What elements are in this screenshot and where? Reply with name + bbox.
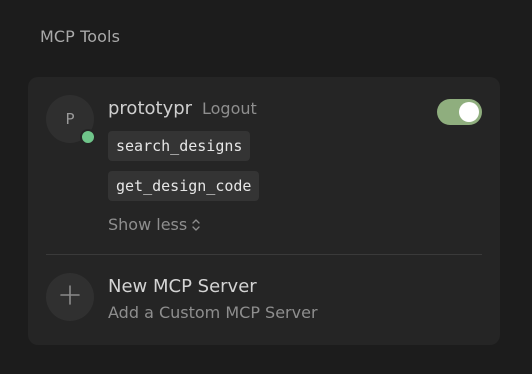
server-enabled-toggle[interactable]	[437, 99, 482, 125]
toggle-knob	[459, 102, 479, 122]
add-server-subtitle: Add a Custom MCP Server	[108, 303, 318, 322]
add-server-title: New MCP Server	[108, 276, 257, 297]
tool-chip: search_designs	[108, 131, 251, 161]
server-name: prototypr	[108, 98, 193, 119]
section-title: MCP Tools	[40, 27, 121, 46]
show-less-button[interactable]: Show less	[108, 215, 201, 234]
tool-chip: get_design_code	[108, 171, 260, 201]
mcp-tools-panel: MCP Tools P prototypr Logout search_desi…	[0, 0, 532, 374]
plus-icon	[60, 285, 80, 309]
add-mcp-server-button[interactable]: New MCP Server Add a Custom MCP Server	[28, 255, 500, 345]
chevron-up-down-icon	[191, 218, 201, 232]
logout-button[interactable]: Logout	[202, 99, 257, 118]
server-row: P prototypr Logout search_designs get_de…	[28, 77, 500, 253]
mcp-card: P prototypr Logout search_designs get_de…	[28, 77, 500, 345]
add-server-circle	[46, 273, 94, 321]
status-online-indicator	[80, 129, 96, 145]
show-less-label: Show less	[108, 215, 188, 234]
